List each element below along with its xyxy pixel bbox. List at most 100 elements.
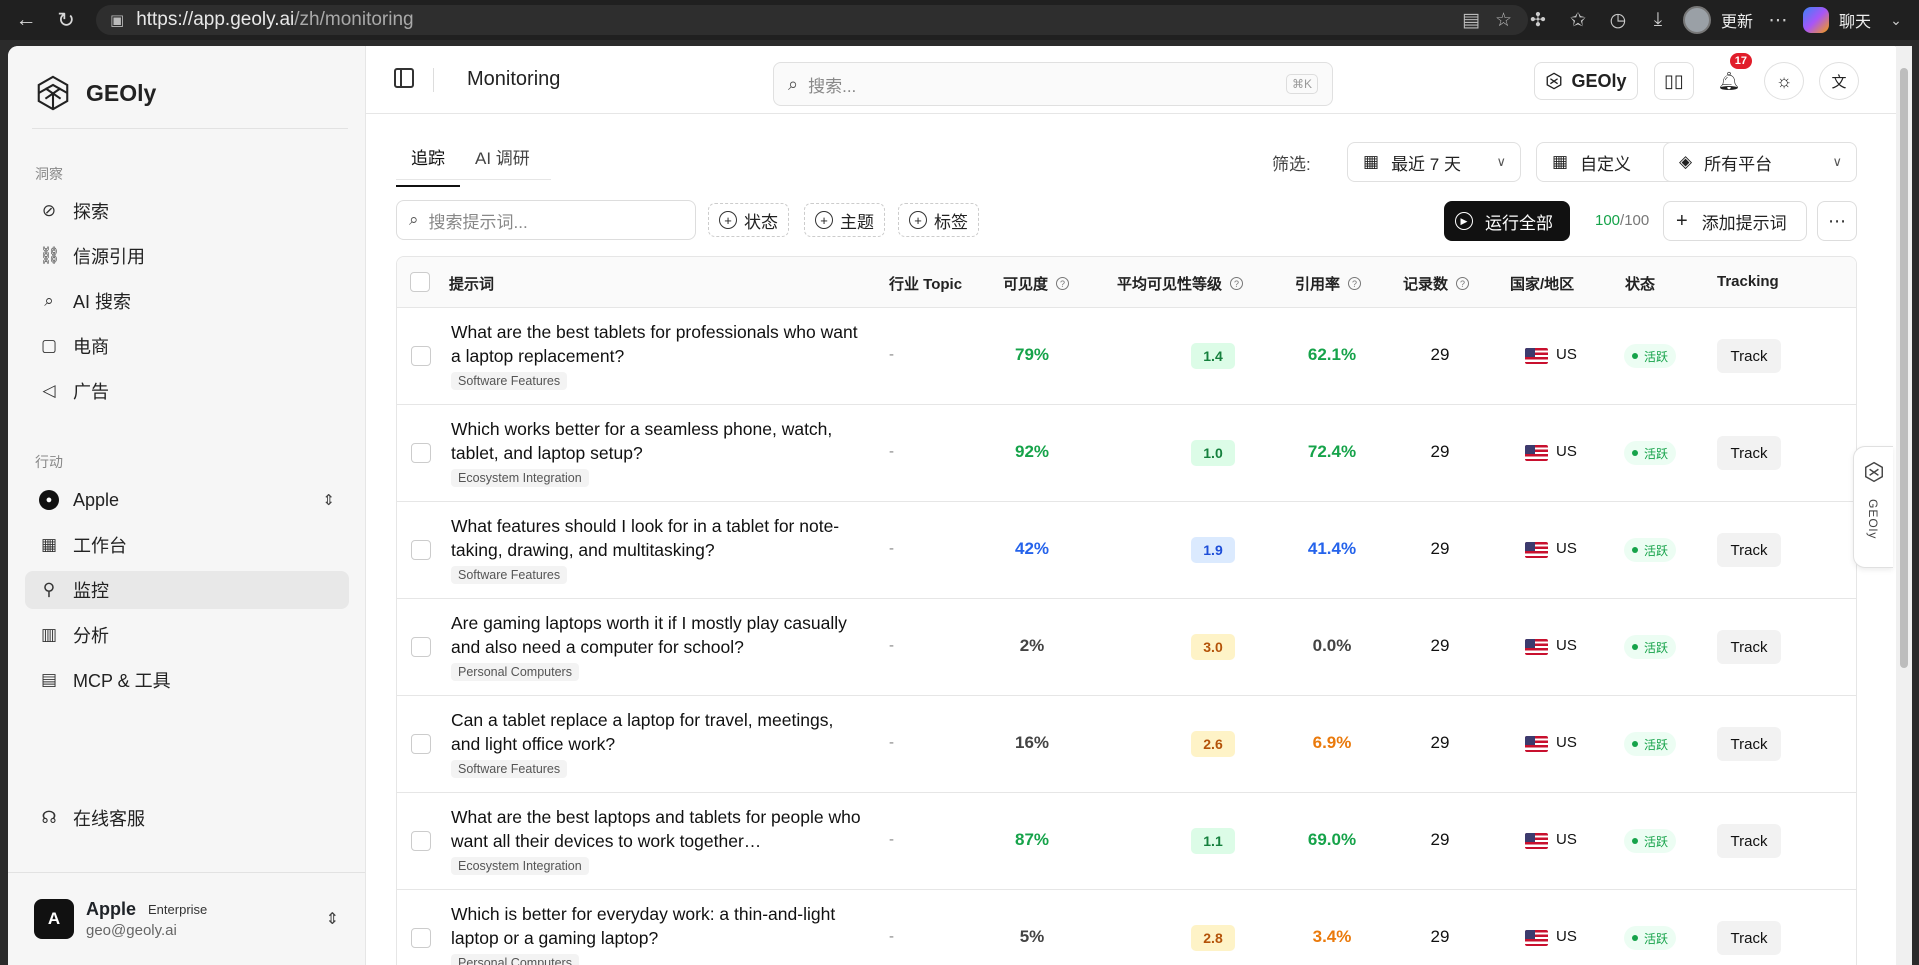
prompt-text[interactable]: What are the best tablets for profession… — [451, 320, 861, 368]
row-checkbox[interactable] — [411, 637, 431, 657]
more-menu-icon[interactable]: ⋯ — [1763, 9, 1793, 32]
extensions-icon[interactable]: ✣ — [1523, 9, 1553, 32]
track-button[interactable]: Track — [1717, 921, 1781, 955]
row-checkbox[interactable] — [411, 928, 431, 948]
star-icon[interactable]: ☆ — [1495, 9, 1512, 32]
downloads-icon[interactable]: ⤓ — [1643, 9, 1673, 31]
sidebar-item-monitoring[interactable]: ⚲ 监控 — [25, 571, 349, 609]
run-all-button[interactable]: ▶ 运行全部 — [1444, 201, 1570, 241]
sidebar-item-label: 电商 — [73, 337, 109, 357]
user-menu[interactable]: A Apple Enterprise geo@geoly.ai ⇕ — [8, 872, 365, 965]
brand-switcher[interactable]: ● Apple ⇕ — [25, 481, 349, 519]
sidebar-toggle-icon[interactable] — [394, 68, 414, 88]
track-button[interactable]: Track — [1717, 533, 1781, 567]
track-button[interactable]: Track — [1717, 630, 1781, 664]
help-icon[interactable]: ? — [1056, 277, 1070, 290]
address-bar[interactable]: ▣ https://app.geoly.ai/zh/monitoring ▤ ☆ — [96, 5, 1528, 35]
header-avg-rank[interactable]: 平均可见性等级? — [1117, 273, 1244, 294]
track-button[interactable]: Track — [1717, 339, 1781, 373]
visibility-value: 5% — [1019, 927, 1045, 946]
theme-toggle-button[interactable]: ☼ — [1764, 62, 1804, 100]
row-checkbox[interactable] — [411, 346, 431, 366]
header-industry[interactable]: 行业 Topic — [889, 273, 962, 294]
favorites-icon[interactable]: ✩ — [1563, 9, 1593, 32]
sidebar-item-ecommerce[interactable]: ▢ 电商 — [25, 327, 349, 365]
prompt-search-input[interactable]: ⌕ 搜索提示词... — [396, 200, 696, 240]
select-all-checkbox[interactable] — [410, 272, 430, 292]
sidebar-item-analytics[interactable]: ▥ 分析 — [25, 616, 349, 654]
help-icon[interactable]: ? — [1348, 277, 1362, 290]
prompt-text[interactable]: What are the best laptops and tablets fo… — [451, 805, 861, 853]
status-label: 活跃 — [1644, 349, 1669, 364]
profile-avatar[interactable] — [1682, 6, 1711, 34]
docs-button[interactable]: ▯▯ — [1654, 62, 1694, 100]
language-button[interactable]: 文 — [1819, 62, 1859, 100]
custom-date-button[interactable]: ▦ 自定义 — [1536, 142, 1682, 182]
row-checkbox[interactable] — [411, 831, 431, 851]
sidebar-item-ai-search[interactable]: ⌕ AI 搜索 — [25, 282, 349, 320]
help-icon[interactable]: ? — [1456, 277, 1470, 290]
scrollbar-thumb[interactable] — [1900, 68, 1908, 668]
header-citation[interactable]: 引用率? — [1295, 273, 1362, 294]
notifications-button[interactable]: 🔔︎ 17 — [1709, 53, 1752, 100]
add-prompt-button[interactable]: + 添加提示词 — [1663, 201, 1807, 241]
sidebar-item-workspace[interactable]: ▦ 工作台 — [25, 526, 349, 564]
reload-icon[interactable]: ↻ — [46, 0, 86, 40]
sidebar-item-support[interactable]: ☊ 在线客服 — [25, 799, 349, 837]
tab-tracking[interactable]: 追踪 — [396, 144, 460, 187]
history-icon[interactable]: ◷ — [1603, 9, 1633, 32]
header-status[interactable]: 状态 — [1625, 273, 1655, 294]
site-info-icon[interactable]: ▣ — [110, 11, 124, 29]
page-scrollbar[interactable] — [1896, 46, 1912, 965]
table-row[interactable]: Which is better for everyday work: a thi… — [397, 890, 1856, 965]
chat-button[interactable]: 聊天 — [1839, 8, 1871, 32]
status-filter-chip[interactable]: + 状态 — [708, 203, 789, 237]
header-country[interactable]: 国家/地区 — [1510, 273, 1574, 294]
table-row[interactable]: Can a tablet replace a laptop for travel… — [397, 696, 1856, 793]
avg-rank-badge: 2.8 — [1191, 925, 1235, 951]
prompt-text[interactable]: What features should I look for in a tab… — [451, 514, 861, 562]
track-button[interactable]: Track — [1717, 824, 1781, 858]
prompt-text[interactable]: Can a tablet replace a laptop for travel… — [451, 708, 861, 756]
row-checkbox[interactable] — [411, 540, 431, 560]
header-visibility[interactable]: 可见度? — [1003, 273, 1070, 294]
brand-button[interactable]: GEOly — [1534, 62, 1638, 100]
sidebar-item-mcp-tools[interactable]: ▤ MCP & 工具 — [25, 661, 349, 699]
table-row[interactable]: What are the best laptops and tablets fo… — [397, 793, 1856, 890]
brand-logo[interactable]: GEOly — [34, 74, 156, 112]
track-button[interactable]: Track — [1717, 436, 1781, 470]
help-icon[interactable]: ? — [1230, 277, 1244, 290]
table-row[interactable]: What are the best tablets for profession… — [397, 308, 1856, 405]
track-button[interactable]: Track — [1717, 727, 1781, 761]
table-row[interactable]: What features should I look for in a tab… — [397, 502, 1856, 599]
sidebar-item-ads[interactable]: ◁ 广告 — [25, 372, 349, 410]
header-tracking[interactable]: Tracking — [1717, 273, 1779, 290]
table-row[interactable]: Are gaming laptops worth it if I mostly … — [397, 599, 1856, 696]
topic-filter-chip[interactable]: + 主题 — [804, 203, 885, 237]
row-checkbox[interactable] — [411, 734, 431, 754]
reader-icon[interactable]: ▤ — [1462, 9, 1480, 32]
row-checkbox[interactable] — [411, 443, 431, 463]
prompt-text[interactable]: Are gaming laptops worth it if I mostly … — [451, 611, 861, 659]
industry-value: - — [889, 443, 894, 460]
global-search-input[interactable]: ⌕ 搜索... ⌘K — [773, 62, 1333, 106]
tag-filter-chip[interactable]: + 标签 — [898, 203, 979, 237]
prompt-text[interactable]: Which is better for everyday work: a thi… — [451, 902, 861, 950]
geoly-floating-tab[interactable]: GEOly — [1853, 446, 1893, 568]
back-icon[interactable]: ← — [6, 0, 46, 40]
tab-ai-research[interactable]: AI 调研 — [460, 144, 545, 187]
header-prompt[interactable]: 提示词 — [449, 273, 494, 294]
country-code: US — [1556, 928, 1577, 945]
update-button[interactable]: 更新 — [1721, 8, 1753, 32]
copilot-icon[interactable] — [1802, 7, 1829, 33]
chevron-down-icon[interactable]: ⌄ — [1881, 12, 1911, 29]
date-range-select[interactable]: ▦ 最近 7 天 ∨ — [1347, 142, 1521, 182]
prompt-text[interactable]: Which works better for a seamless phone,… — [451, 417, 861, 465]
sidebar-item-explore[interactable]: ⊘ 探索 — [25, 192, 349, 230]
sidebar-item-citations[interactable]: ⛓ 信源引用 — [25, 237, 349, 275]
brand-button-label: GEOly — [1571, 70, 1627, 91]
table-row[interactable]: Which works better for a seamless phone,… — [397, 405, 1856, 502]
header-records[interactable]: 记录数? — [1403, 273, 1470, 294]
platform-select[interactable]: ◈ 所有平台 ∨ — [1663, 142, 1857, 182]
more-options-button[interactable]: ⋯ — [1817, 201, 1857, 241]
